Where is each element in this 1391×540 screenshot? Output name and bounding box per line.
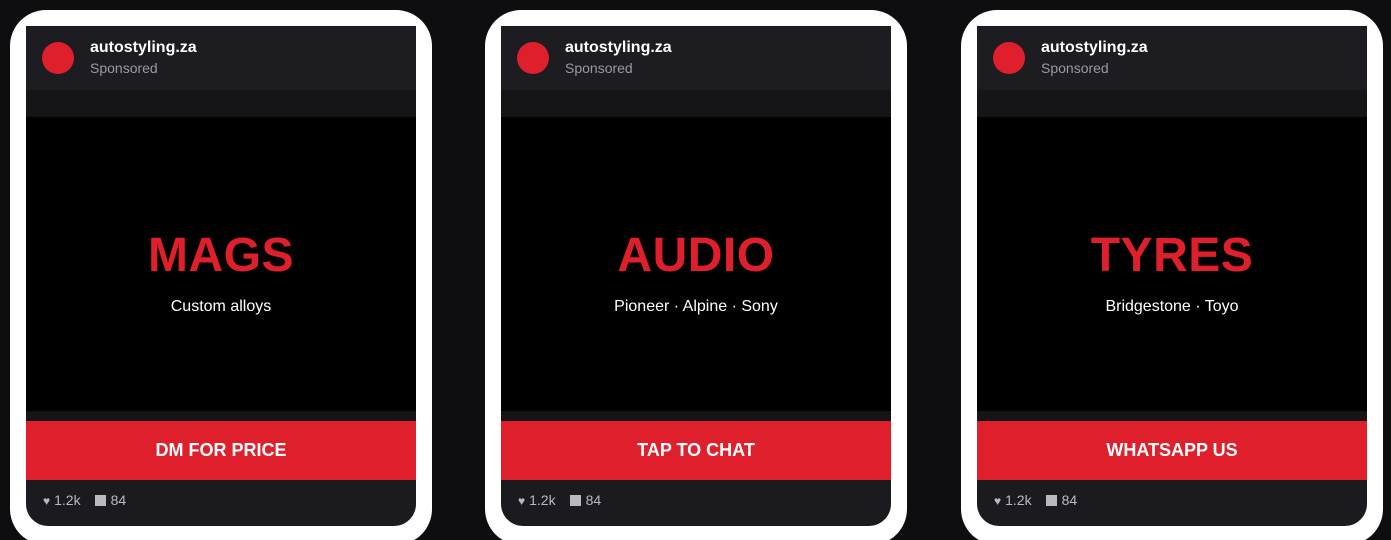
account-name[interactable]: autostyling.za: [1041, 39, 1148, 57]
account-name[interactable]: autostyling.za: [565, 39, 672, 57]
like-count: 1.2k: [54, 492, 81, 508]
engagement-stats: ♥ 1.2k 84: [43, 490, 140, 510]
ad-media[interactable]: TYRES Bridgestone · Toyo: [977, 117, 1367, 411]
sponsored-label: Sponsored: [1041, 60, 1109, 76]
phone-frame-tyres: autostyling.za Sponsored TYRES Bridgesto…: [961, 10, 1383, 540]
heart-icon: ♥: [518, 494, 526, 508]
sponsored-label: Sponsored: [565, 60, 633, 76]
phone-frame-audio: autostyling.za Sponsored AUDIO Pioneer ·…: [485, 10, 907, 540]
comment-count-group[interactable]: 84: [94, 490, 127, 510]
comment-count: 84: [1061, 492, 1078, 508]
like-count-group[interactable]: ♥ 1.2k: [518, 490, 556, 511]
ad-headline: MAGS: [148, 229, 294, 282]
comment-icon: [569, 495, 581, 506]
comment-count: 84: [585, 492, 602, 508]
sponsored-label: Sponsored: [90, 60, 158, 76]
post-header: autostyling.za Sponsored: [977, 26, 1367, 90]
comment-count-group[interactable]: 84: [1045, 490, 1078, 510]
cta-button[interactable]: TAP TO CHAT: [501, 421, 891, 480]
heart-icon: ♥: [43, 494, 51, 508]
header-divider: [977, 90, 1367, 117]
like-count: 1.2k: [1005, 492, 1032, 508]
ad-media[interactable]: AUDIO Pioneer · Alpine · Sony: [501, 117, 891, 411]
media-divider: [501, 411, 891, 421]
ad-post-mags: autostyling.za Sponsored MAGS Custom all…: [26, 26, 416, 526]
engagement-stats: ♥ 1.2k 84: [518, 490, 615, 510]
ad-headline: AUDIO: [617, 229, 775, 282]
account-name[interactable]: autostyling.za: [90, 39, 197, 57]
ad-headline: TYRES: [1090, 229, 1254, 282]
post-header: autostyling.za Sponsored: [26, 26, 416, 90]
header-divider: [26, 90, 416, 117]
like-count: 1.2k: [529, 492, 556, 508]
media-divider: [977, 411, 1367, 421]
heart-icon: ♥: [994, 494, 1002, 508]
comment-icon: [94, 495, 106, 506]
engagement-stats: ♥ 1.2k 84: [994, 490, 1091, 510]
ad-post-tyres: autostyling.za Sponsored TYRES Bridgesto…: [977, 26, 1367, 526]
like-count-group[interactable]: ♥ 1.2k: [994, 490, 1032, 511]
media-divider: [26, 411, 416, 421]
comment-count-group[interactable]: 84: [569, 490, 602, 510]
like-count-group[interactable]: ♥ 1.2k: [43, 490, 81, 511]
ad-media[interactable]: MAGS Custom alloys: [26, 117, 416, 411]
comment-icon: [1045, 495, 1057, 506]
account-avatar[interactable]: [42, 42, 74, 74]
header-divider: [501, 90, 891, 117]
ad-subline: Custom alloys: [170, 298, 272, 315]
post-header: autostyling.za Sponsored: [501, 26, 891, 90]
ad-preview-stage: autostyling.za Sponsored MAGS Custom all…: [0, 0, 1391, 540]
ad-post-audio: autostyling.za Sponsored AUDIO Pioneer ·…: [501, 26, 891, 526]
cta-button[interactable]: WHATSAPP US: [977, 421, 1367, 480]
account-avatar[interactable]: [517, 42, 549, 74]
cta-button[interactable]: DM FOR PRICE: [26, 421, 416, 480]
comment-count: 84: [110, 492, 127, 508]
ad-subline: Bridgestone · Toyo: [1105, 298, 1239, 315]
phone-frame-mags: autostyling.za Sponsored MAGS Custom all…: [10, 10, 432, 540]
ad-subline: Pioneer · Alpine · Sony: [614, 298, 778, 315]
account-avatar[interactable]: [993, 42, 1025, 74]
